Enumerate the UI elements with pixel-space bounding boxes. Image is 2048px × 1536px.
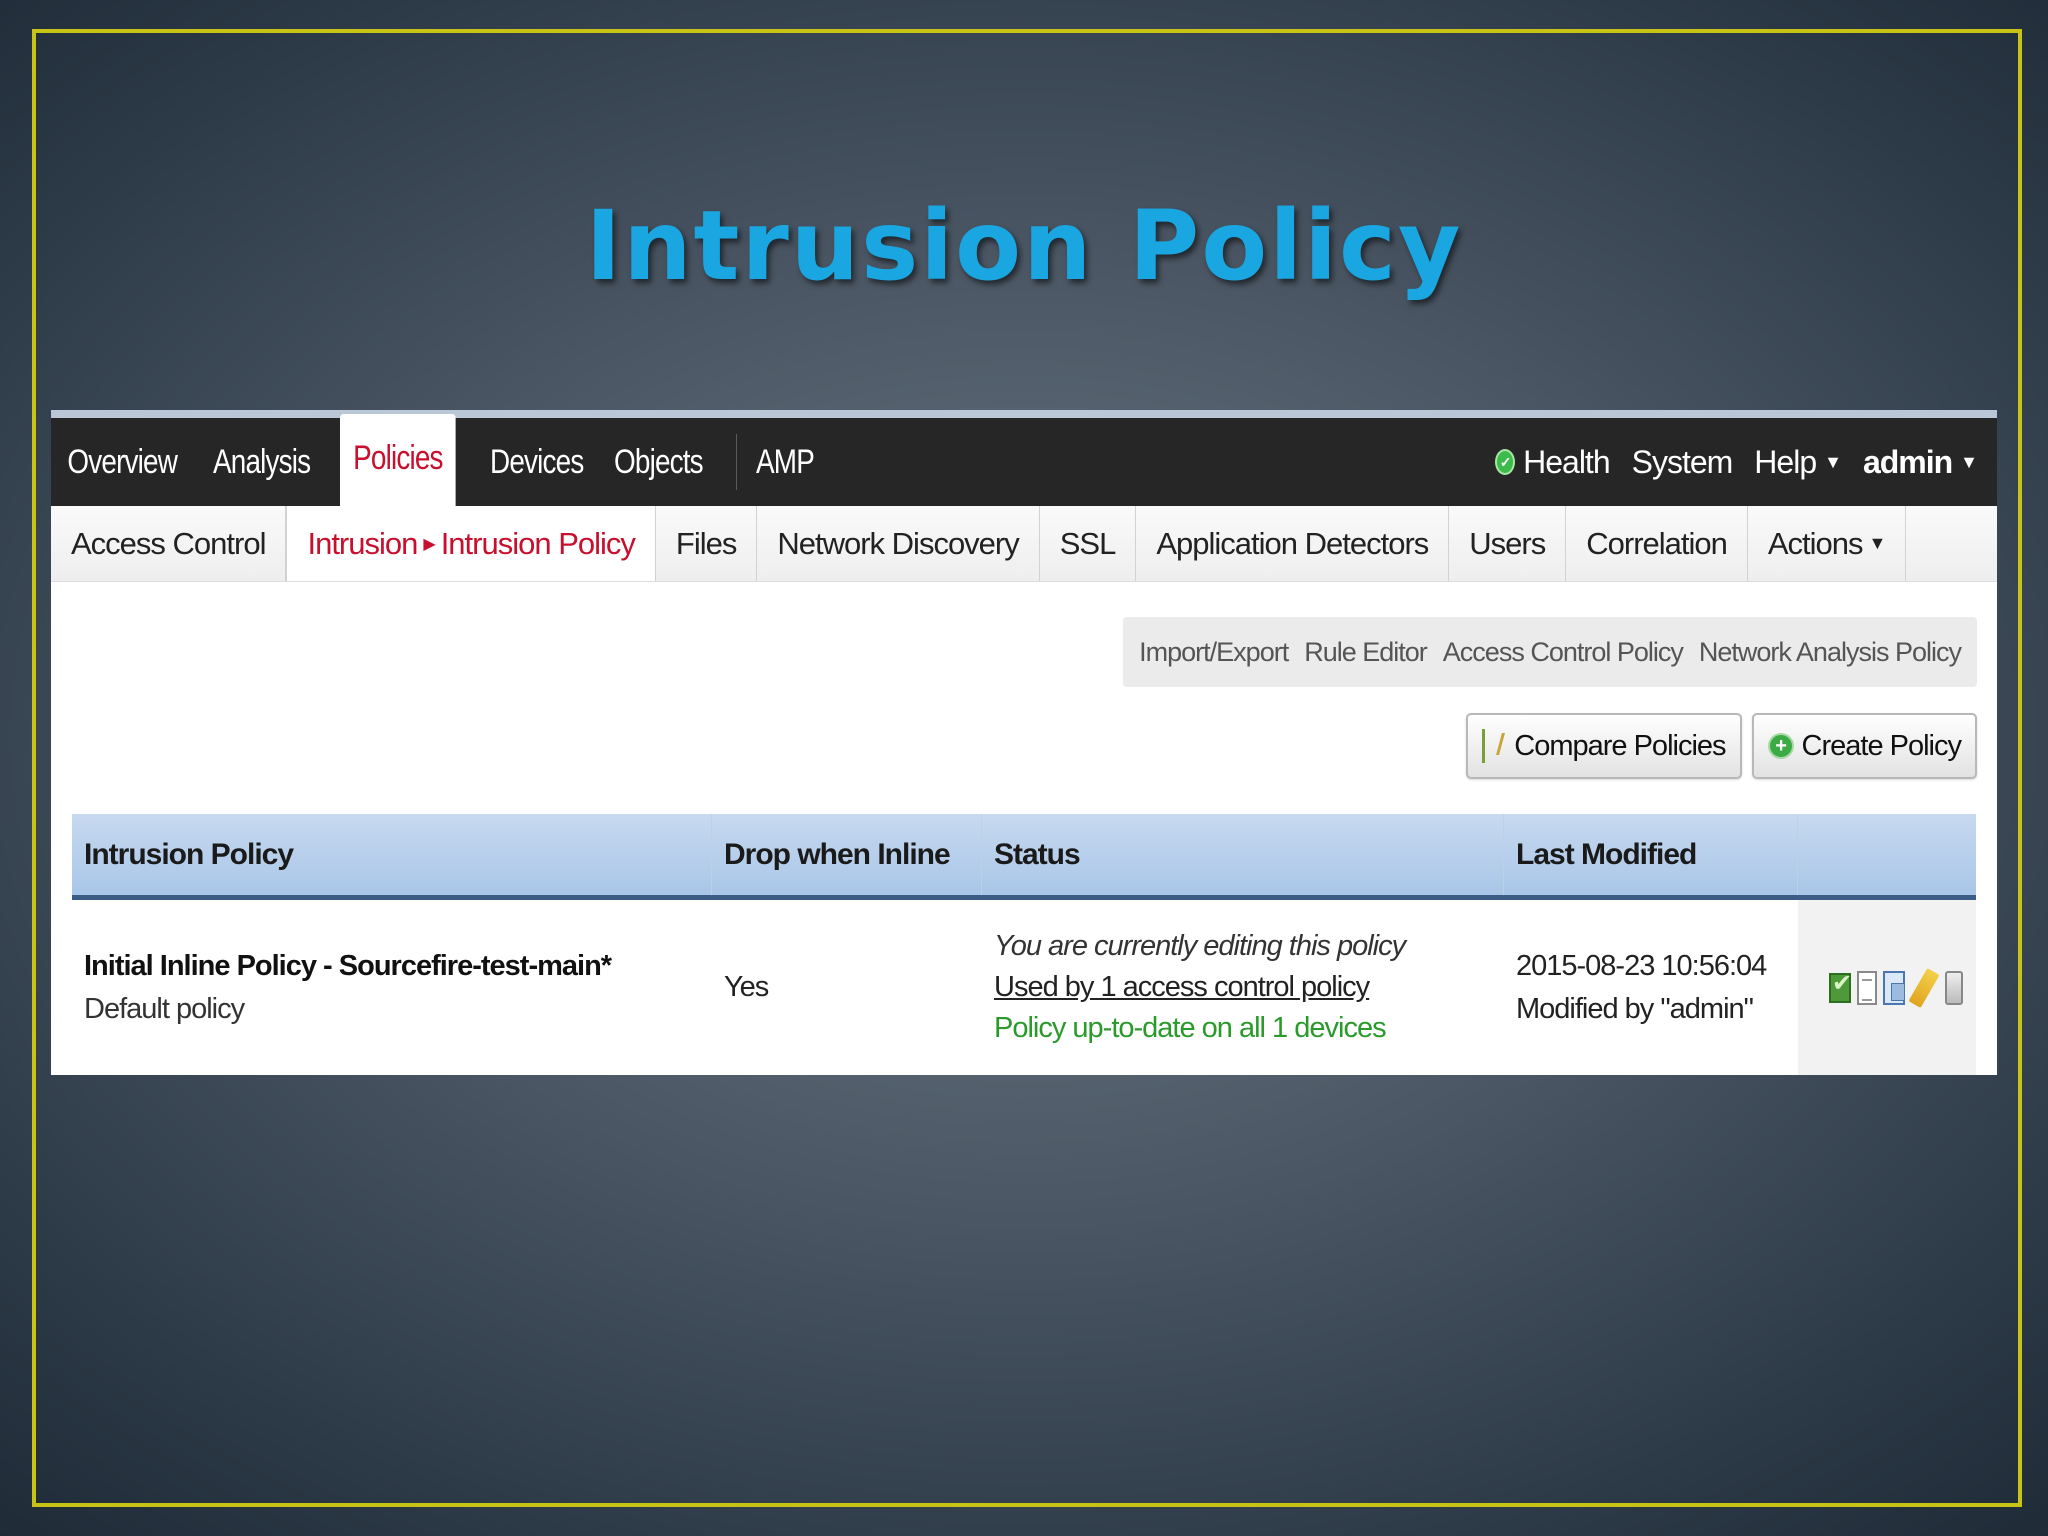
compare-policies-button[interactable]: Compare Policies (1466, 713, 1742, 779)
nav-help-label: Help (1754, 443, 1817, 480)
chevron-down-icon: ▼ (1824, 451, 1842, 472)
column-header-drop-when-inline[interactable]: Drop when Inline (712, 814, 982, 895)
create-policy-label: Create Policy (1801, 729, 1962, 762)
subnav-intrusion-label: Intrusion (307, 525, 418, 561)
compare-icon (1482, 729, 1506, 763)
subnav-users[interactable]: Users (1449, 506, 1567, 581)
nav-health[interactable]: ✓ Health (1495, 443, 1611, 481)
nav-policies[interactable]: Policies (340, 414, 457, 506)
app-window: Overview Analysis Policies Devices Objec… (51, 410, 1997, 1075)
subnav-application-detectors[interactable]: Application Detectors (1136, 506, 1450, 581)
policy-toolbar-links: Import/Export Rule Editor Access Control… (1123, 617, 1977, 687)
subnav-intrusion-policy[interactable]: Intrusion ▶ Intrusion Policy (286, 506, 656, 581)
subnav-actions[interactable]: Actions ▼ (1748, 506, 1907, 581)
table-header: Intrusion Policy Drop when Inline Status… (72, 814, 1976, 900)
link-network-analysis-policy[interactable]: Network Analysis Policy (1699, 637, 1962, 668)
column-header-actions (1798, 814, 1976, 895)
top-right-nav: ✓ Health System Help ▼ admin ▼ (1495, 418, 1978, 506)
row-actions-cell (1798, 900, 1976, 1075)
subnav-files[interactable]: Files (656, 506, 758, 581)
nav-devices[interactable]: Devices (481, 418, 592, 506)
delete-icon[interactable] (1945, 970, 1963, 1005)
subnav-correlation[interactable]: Correlation (1566, 506, 1748, 581)
subnav-ssl[interactable]: SSL (1040, 506, 1137, 581)
status-editing-text: You are currently editing this policy (994, 930, 1406, 962)
nav-objects[interactable]: Objects (605, 418, 712, 506)
compare-policies-label: Compare Policies (1514, 729, 1726, 762)
nav-help[interactable]: Help ▼ (1754, 443, 1842, 481)
main-nav: Overview Analysis Policies Devices Objec… (51, 414, 827, 506)
status-used-by-link[interactable]: Used by 1 access control policy (994, 971, 1504, 1004)
intrusion-policy-table: Intrusion Policy Drop when Inline Status… (72, 814, 1976, 1075)
column-header-intrusion-policy[interactable]: Intrusion Policy (72, 814, 712, 895)
nav-overview[interactable]: Overview (51, 418, 186, 506)
copy-icon[interactable] (1883, 970, 1905, 1005)
chevron-down-icon: ▼ (1868, 533, 1887, 553)
subnav-access-control[interactable]: Access Control (51, 506, 287, 581)
modified-by: Modified by "admin" (1516, 992, 1754, 1025)
chevron-down-icon: ▼ (1960, 451, 1978, 472)
nav-divider (735, 434, 737, 490)
nav-health-label: Health (1523, 443, 1610, 480)
policy-name: Initial Inline Policy - Sourcefire-test-… (84, 949, 612, 982)
nav-system[interactable]: System (1632, 444, 1734, 481)
link-import-export[interactable]: Import/Export (1139, 637, 1289, 668)
policy-description: Default policy (84, 992, 245, 1025)
drop-when-inline-cell: Yes (712, 900, 982, 1075)
policy-cell: Initial Inline Policy - Sourcefire-test-… (72, 900, 712, 1075)
subnav-actions-label: Actions (1767, 525, 1864, 561)
top-navigation-bar: Overview Analysis Policies Devices Objec… (51, 414, 1997, 506)
edit-icon[interactable] (1908, 967, 1940, 1008)
subnav-network-discovery[interactable]: Network Discovery (757, 506, 1040, 581)
status-cell: You are currently editing this policy Us… (982, 900, 1504, 1075)
last-modified-cell: 2015-08-23 10:56:04 Modified by "admin" (1504, 900, 1798, 1075)
drop-when-inline-value: Yes (724, 971, 769, 1003)
modified-date: 2015-08-23 10:56:04 (1516, 949, 1767, 982)
subnav-intrusion-policy-label: Intrusion Policy (440, 525, 636, 561)
health-check-icon: ✓ (1495, 449, 1516, 475)
nav-user-menu[interactable]: admin ▼ (1862, 443, 1978, 481)
nav-analysis[interactable]: Analysis (204, 418, 319, 506)
policy-buttons: Compare Policies + Create Policy (1466, 713, 1977, 779)
nav-user-label: admin (1862, 443, 1953, 480)
add-circle-icon: + (1767, 733, 1794, 759)
status-uptodate-text: Policy up-to-date on all 1 devices (994, 1012, 1387, 1044)
create-policy-button[interactable]: + Create Policy (1751, 713, 1977, 779)
link-rule-editor[interactable]: Rule Editor (1304, 637, 1428, 668)
slide-title: Intrusion Policy (585, 190, 1463, 302)
column-header-last-modified[interactable]: Last Modified (1504, 814, 1798, 895)
link-access-control-policy[interactable]: Access Control Policy (1443, 637, 1684, 668)
column-header-status[interactable]: Status (982, 814, 1504, 895)
report-icon[interactable] (1857, 970, 1877, 1005)
sub-navigation-bar: Access Control Intrusion ▶ Intrusion Pol… (51, 506, 1997, 582)
table-row: Initial Inline Policy - Sourcefire-test-… (72, 900, 1976, 1075)
nav-amp[interactable]: AMP (747, 418, 823, 506)
check-icon[interactable] (1829, 969, 1851, 1003)
breadcrumb-arrow-icon: ▶ (423, 535, 435, 553)
